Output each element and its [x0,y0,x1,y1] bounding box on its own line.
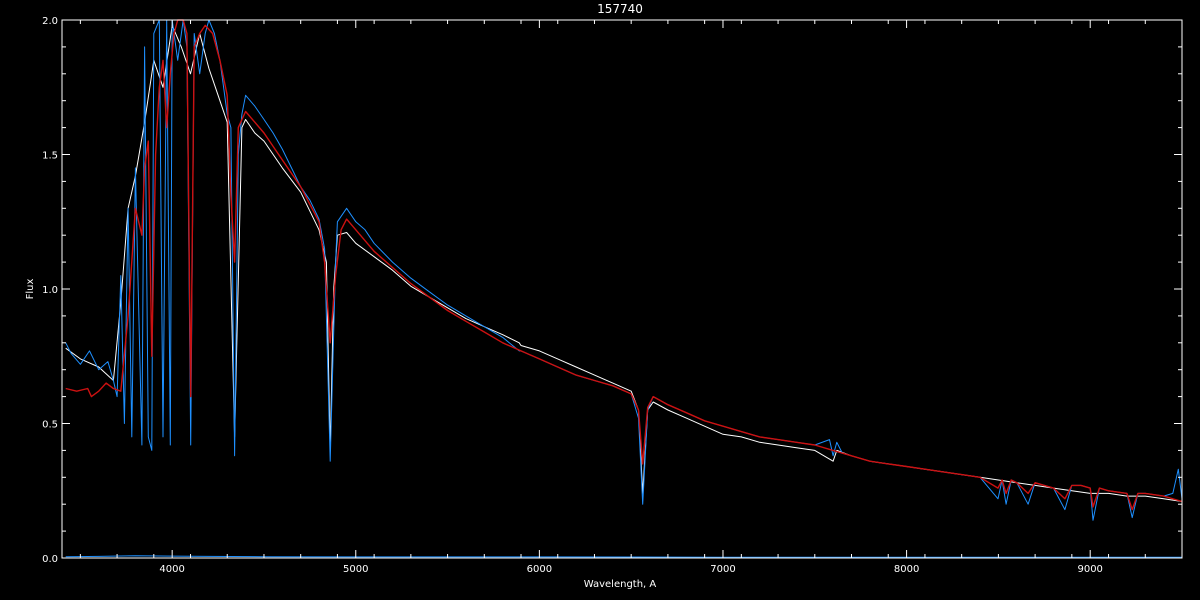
chart-title: 157740 [597,2,643,16]
y-tick-label: 2.0 [42,16,58,27]
y-tick-label: 0.5 [42,420,58,431]
x-tick-label: 5000 [343,564,368,575]
y-tick-label: 1.5 [42,151,58,162]
chart-background [0,0,1200,600]
y-axis-label: Flux [25,279,36,300]
x-tick-label: 8000 [894,564,919,575]
y-tick-label: 1.0 [42,285,58,296]
y-tick-label: 0.0 [42,554,58,565]
x-tick-label: 9000 [1077,564,1102,575]
x-axis-label: Wavelength, A [584,579,657,590]
x-tick-label: 4000 [159,564,184,575]
x-tick-label: 7000 [710,564,735,575]
x-tick-label: 6000 [527,564,552,575]
spectrum-chart: 157740 4000 5000 6000 7000 8000 9000 0.0 0.5 1.… [0,0,1200,600]
